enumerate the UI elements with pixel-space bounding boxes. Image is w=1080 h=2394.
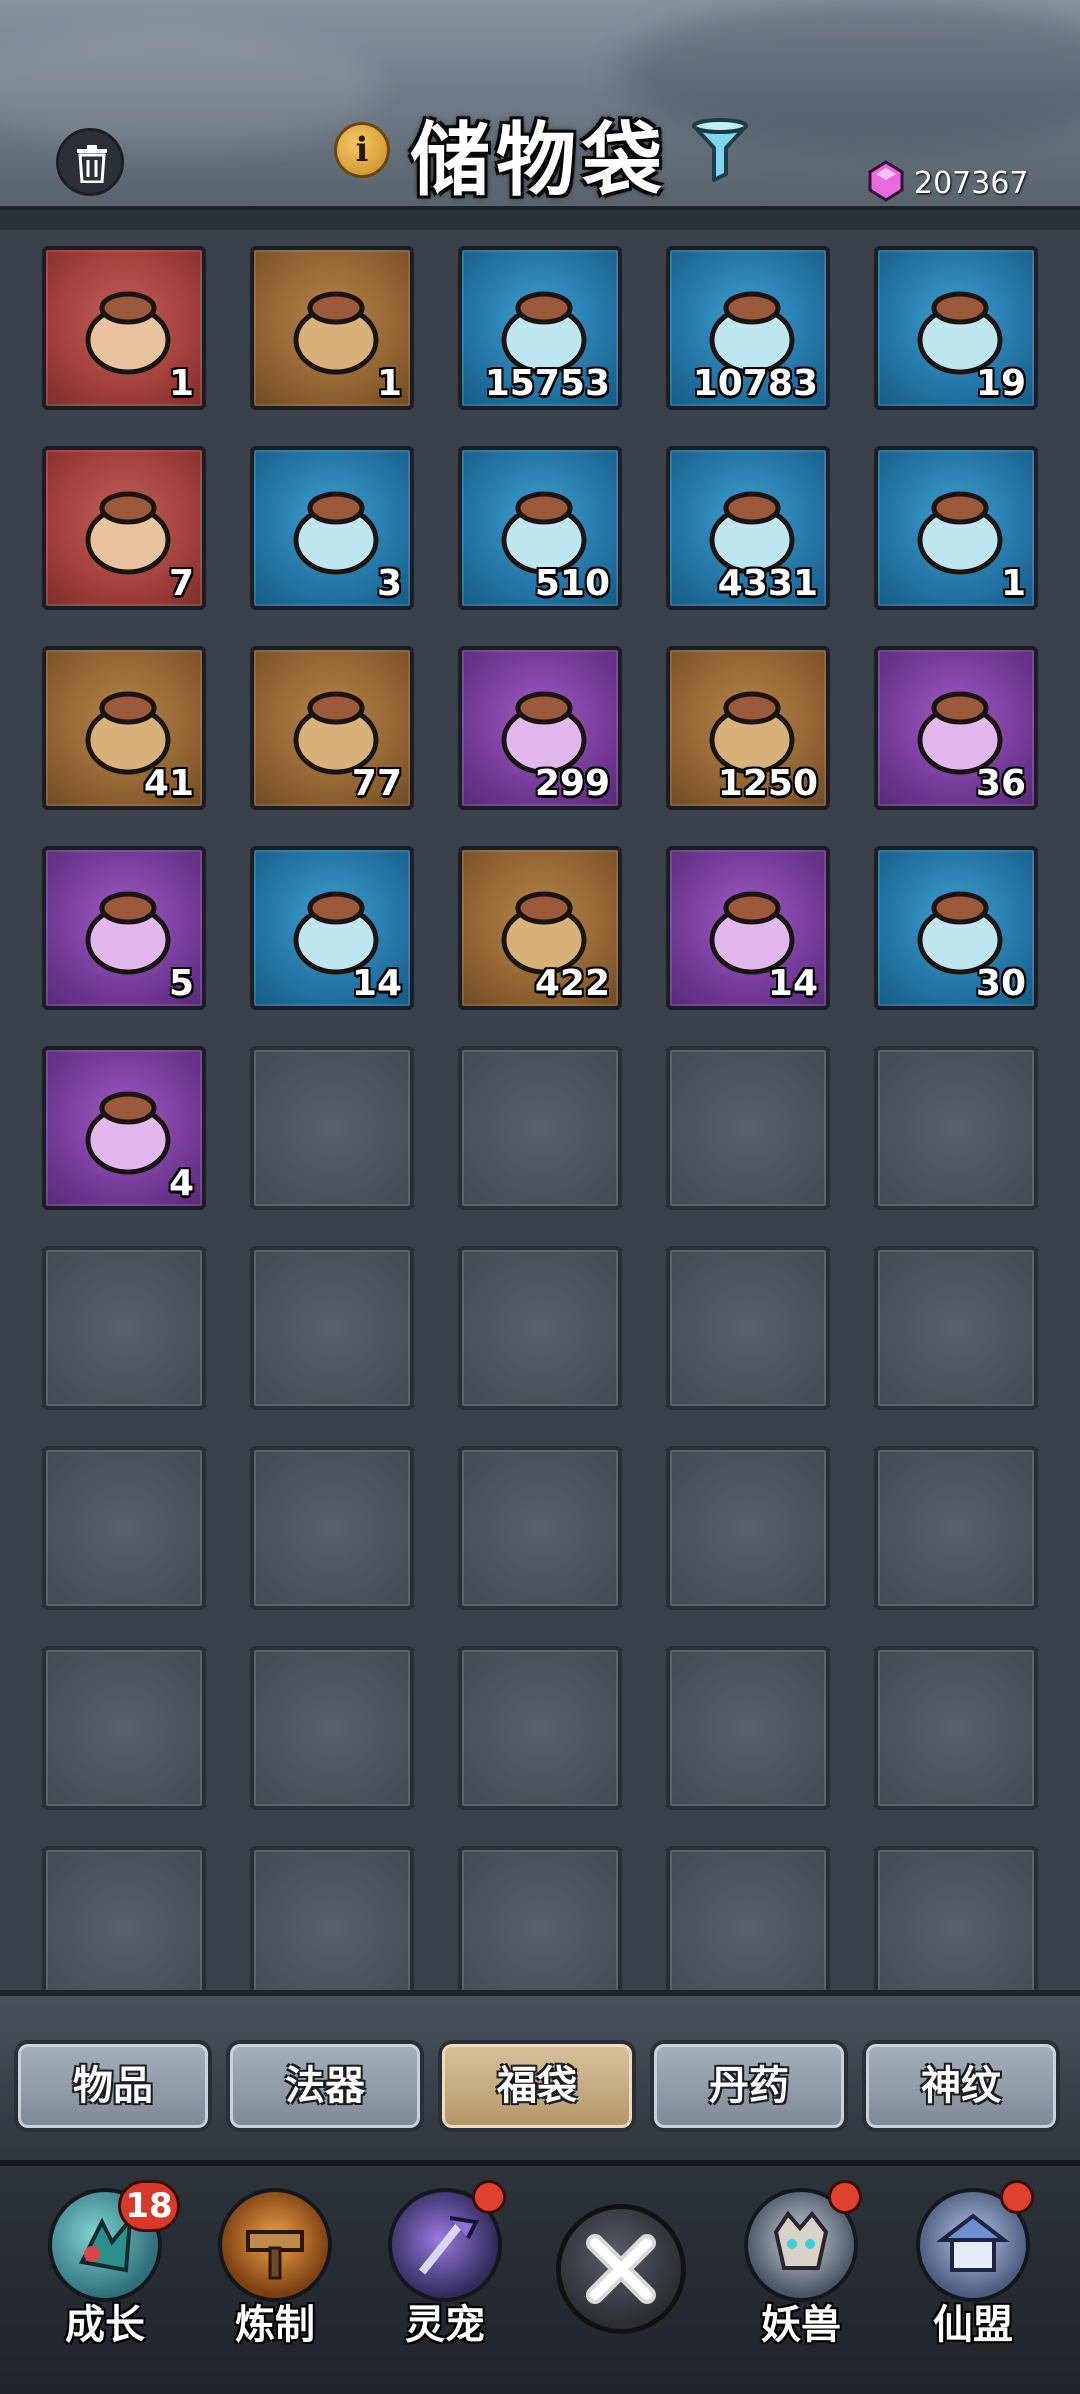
empty-slot[interactable]	[458, 1446, 622, 1610]
item-quantity: 30	[975, 963, 1026, 1004]
tab-artifacts[interactable]: 法器	[226, 2040, 424, 2132]
empty-slot[interactable]	[250, 1646, 414, 1810]
item-quantity: 1	[1000, 563, 1026, 604]
close-icon	[586, 2234, 656, 2304]
forge-hammer-icon	[218, 2188, 332, 2302]
trash-icon	[77, 145, 107, 183]
nav-forge-label: 炼制	[235, 2302, 315, 2348]
item-quantity: 1	[376, 363, 402, 404]
header-divider	[0, 206, 1080, 230]
spirit-pet-notification-dot	[472, 2180, 506, 2214]
nav-growth-label: 成长	[65, 2302, 145, 2348]
inventory-slot[interactable]: 19	[874, 246, 1038, 410]
empty-slot[interactable]	[250, 1446, 414, 1610]
inventory-slot[interactable]: 4331	[666, 446, 830, 610]
empty-slot[interactable]	[666, 1446, 830, 1610]
tab-pills[interactable]: 丹药	[650, 2040, 848, 2132]
item-quantity: 1250	[717, 763, 818, 804]
item-quantity: 4	[168, 1163, 194, 1204]
nav-demon-beast-label: 妖兽	[761, 2302, 841, 2348]
item-quantity: 5	[168, 963, 194, 1004]
nav-spirit-pet[interactable]: 灵宠	[370, 2180, 520, 2388]
empty-slot[interactable]	[42, 1246, 206, 1410]
inventory-slot[interactable]: 30	[874, 846, 1038, 1010]
nav-growth[interactable]: 18 成长	[30, 2180, 180, 2388]
page-title: 储物袋	[410, 113, 668, 207]
inventory-slot[interactable]: 299	[458, 646, 622, 810]
empty-slot[interactable]	[458, 1646, 622, 1810]
inventory-slot[interactable]: 7	[42, 446, 206, 610]
nav-immortal-alliance[interactable]: 仙盟	[898, 2180, 1048, 2388]
empty-slot[interactable]	[874, 1646, 1038, 1810]
empty-slot[interactable]	[666, 1846, 830, 2010]
tab-divine-runes[interactable]: 神纹	[862, 2040, 1060, 2132]
empty-slot[interactable]	[874, 1246, 1038, 1410]
nav-demon-beast[interactable]: 妖兽	[726, 2180, 876, 2388]
inventory-slot[interactable]: 1250	[666, 646, 830, 810]
inventory-slot[interactable]: 510	[458, 446, 622, 610]
nav-forge[interactable]: 炼制	[200, 2188, 350, 2388]
empty-slot[interactable]	[874, 1446, 1038, 1610]
item-quantity: 3	[376, 563, 402, 604]
empty-slot[interactable]	[42, 1646, 206, 1810]
empty-slot[interactable]	[458, 1046, 622, 1210]
inventory-slot[interactable]: 4	[42, 1046, 206, 1210]
empty-slot[interactable]	[666, 1246, 830, 1410]
inventory-slot[interactable]: 10783	[666, 246, 830, 410]
empty-slot[interactable]	[42, 1446, 206, 1610]
empty-slot[interactable]	[250, 1846, 414, 2010]
item-quantity: 15753	[484, 363, 610, 404]
empty-slot[interactable]	[874, 1846, 1038, 2010]
empty-slot[interactable]	[42, 1846, 206, 2010]
item-quantity: 19	[975, 363, 1026, 404]
inventory-slot[interactable]: 14	[666, 846, 830, 1010]
item-quantity: 4331	[717, 563, 818, 604]
tab-items[interactable]: 物品	[14, 2040, 212, 2132]
item-quantity: 14	[767, 963, 818, 1004]
empty-slot[interactable]	[458, 1846, 622, 2010]
trash-button[interactable]	[56, 128, 124, 196]
nav-spirit-pet-label: 灵宠	[405, 2302, 485, 2348]
empty-slot[interactable]	[250, 1046, 414, 1210]
inventory-slot[interactable]: 1	[42, 246, 206, 410]
spirit-stone-gem-icon	[868, 160, 904, 202]
inventory-slot[interactable]: 15753	[458, 246, 622, 410]
item-quantity: 14	[351, 963, 402, 1004]
inventory-slot[interactable]: 36	[874, 646, 1038, 810]
inventory-slot[interactable]: 41	[42, 646, 206, 810]
filter-icon[interactable]	[690, 118, 750, 182]
item-quantity: 299	[534, 763, 610, 804]
tab-lucky-bags[interactable]: 福袋	[438, 2040, 636, 2132]
item-quantity: 7	[168, 563, 194, 604]
inventory-slot[interactable]: 1	[250, 246, 414, 410]
empty-slot[interactable]	[458, 1246, 622, 1410]
empty-slot[interactable]	[874, 1046, 1038, 1210]
inventory-slot[interactable]: 422	[458, 846, 622, 1010]
demon-beast-notification-dot	[828, 2180, 862, 2214]
currency-amount: 207367	[914, 166, 1029, 201]
inventory-slot[interactable]: 3	[250, 446, 414, 610]
empty-slot[interactable]	[666, 1646, 830, 1810]
item-quantity: 10783	[692, 363, 818, 404]
inventory-slot[interactable]: 77	[250, 646, 414, 810]
empty-slot[interactable]	[250, 1246, 414, 1410]
inventory-slot[interactable]: 5	[42, 846, 206, 1010]
info-icon[interactable]: i	[334, 122, 390, 178]
item-quantity: 422	[534, 963, 610, 1004]
inventory-slot[interactable]: 14	[250, 846, 414, 1010]
growth-badge: 18	[118, 2180, 180, 2232]
bottom-navigation: 18 成长 炼制 灵宠 妖兽 仙盟	[0, 2160, 1080, 2394]
inventory-grid: 1 1 15753 10783 19 7 3 510 4331 1 41 77 299 1250 36 5 14…	[42, 246, 1042, 2010]
immortal-alliance-notification-dot	[1000, 2180, 1034, 2214]
item-quantity: 510	[534, 563, 610, 604]
inventory-slot[interactable]: 1	[874, 446, 1038, 610]
item-quantity: 36	[975, 763, 1026, 804]
category-tabs: 物品 法器 福袋 丹药 神纹	[14, 2040, 1074, 2132]
item-quantity: 41	[143, 763, 194, 804]
empty-slot[interactable]	[666, 1046, 830, 1210]
nav-immortal-alliance-label: 仙盟	[933, 2302, 1013, 2348]
close-button[interactable]	[556, 2204, 686, 2334]
item-quantity: 1	[168, 363, 194, 404]
item-quantity: 77	[351, 763, 402, 804]
